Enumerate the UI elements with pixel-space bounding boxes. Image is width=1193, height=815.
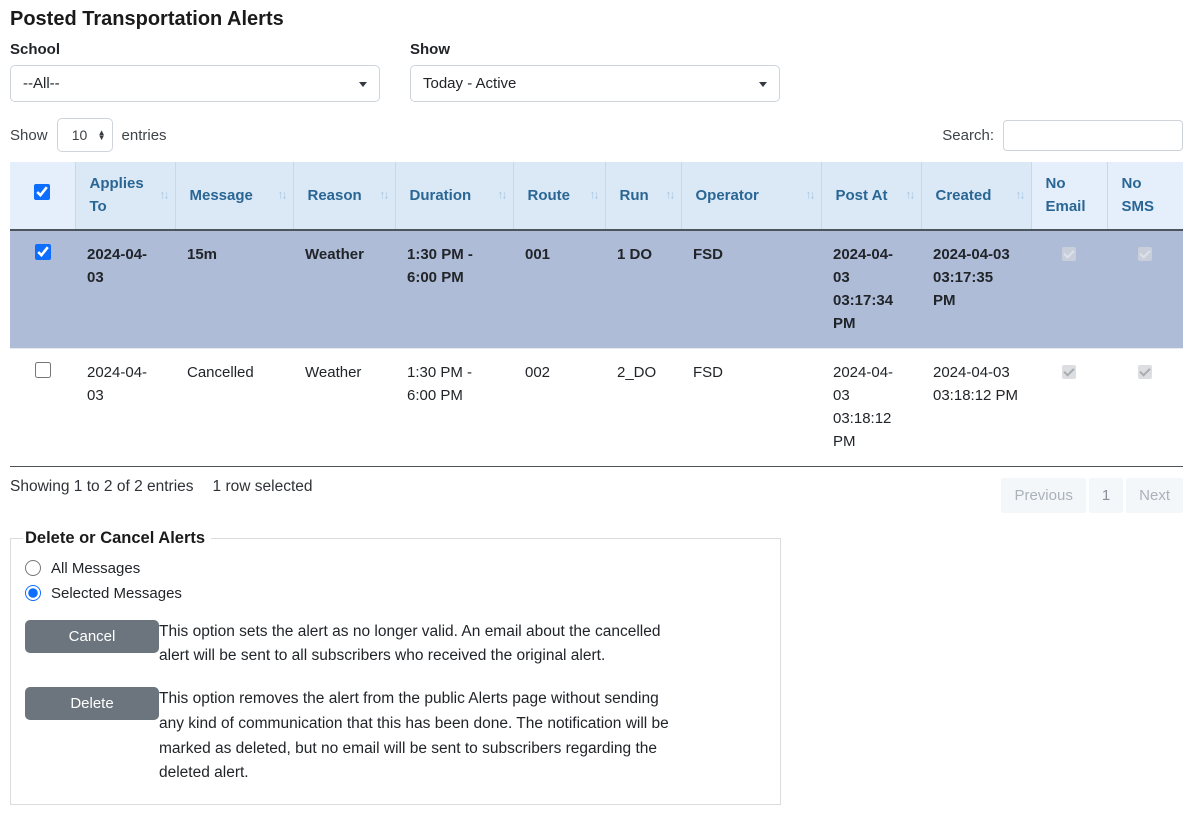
all-messages-label: All Messages <box>51 560 140 577</box>
no-email-checked-icon <box>1062 247 1076 261</box>
no-sms-checked-icon <box>1138 365 1152 379</box>
sort-icon[interactable]: ↑↓ <box>380 186 388 205</box>
delete-or-cancel-fieldset: Delete or Cancel Alerts All Messages Sel… <box>10 529 781 806</box>
search-input[interactable] <box>1003 120 1183 151</box>
column-header-route[interactable]: Route ↑↓ <box>513 162 605 230</box>
cell-reason: Weather <box>293 348 395 466</box>
row-select-checkbox[interactable] <box>35 362 51 378</box>
cancel-description: This option sets the alert as no longer … <box>159 620 669 670</box>
length-label-suffix: entries <box>122 127 167 144</box>
row-selected-info: 1 row selected <box>213 478 313 496</box>
pagination-previous[interactable]: Previous <box>1001 478 1085 513</box>
sort-icon[interactable]: ↑↓ <box>498 186 506 205</box>
no-sms-checked-icon <box>1138 247 1152 261</box>
sort-icon[interactable]: ↑↓ <box>906 186 914 205</box>
column-header-message[interactable]: Message ↑↓ <box>175 162 293 230</box>
selected-messages-radio[interactable] <box>25 585 41 601</box>
page-length-control: Show 10 ▲▼ entries <box>10 118 167 152</box>
table-controls: Show 10 ▲▼ entries Search: <box>10 118 1183 152</box>
show-filter-select[interactable]: Today - Active <box>410 65 780 102</box>
sort-icon[interactable]: ↑↓ <box>806 186 814 205</box>
showing-entries-info: Showing 1 to 2 of 2 entries <box>10 478 194 496</box>
column-header-created[interactable]: Created ↑↓ <box>921 162 1031 230</box>
cell-created: 2024-04-03 03:17:35 PM <box>921 230 1031 349</box>
show-label: Show <box>410 41 780 58</box>
column-header-applies-to[interactable]: Applies To ↑↓ <box>75 162 175 230</box>
sort-icon[interactable]: ↑↓ <box>666 186 674 205</box>
delete-action-row: Delete This option removes the alert fro… <box>25 687 766 786</box>
column-header-duration[interactable]: Duration ↑↓ <box>395 162 513 230</box>
cancel-button[interactable]: Cancel <box>25 620 159 653</box>
table-footer: Showing 1 to 2 of 2 entries 1 row select… <box>10 467 1183 519</box>
cell-applies-to: 2024-04-03 <box>75 348 175 466</box>
cell-operator: FSD <box>681 230 821 349</box>
pagination-next[interactable]: Next <box>1126 478 1183 513</box>
table-row[interactable]: 2024-04-03 15m Weather 1:30 PM - 6:00 PM… <box>10 230 1183 349</box>
cell-no-sms <box>1107 230 1183 349</box>
cell-post-at: 2024-04-03 03:18:12 PM <box>821 348 921 466</box>
row-select-checkbox[interactable] <box>35 244 51 260</box>
cell-post-at: 2024-04-03 03:17:34 PM <box>821 230 921 349</box>
row-select-cell <box>10 348 75 466</box>
cell-run: 2_DO <box>605 348 681 466</box>
school-label: School <box>10 41 380 58</box>
column-header-no-email: No Email <box>1031 162 1107 230</box>
fieldset-legend: Delete or Cancel Alerts <box>23 529 211 548</box>
cell-duration: 1:30 PM - 6:00 PM <box>395 348 513 466</box>
search-control: Search: <box>942 120 1183 151</box>
all-messages-radio[interactable] <box>25 560 41 576</box>
cell-applies-to: 2024-04-03 <box>75 230 175 349</box>
cell-message: 15m <box>175 230 293 349</box>
cell-run: 1 DO <box>605 230 681 349</box>
select-all-checkbox[interactable] <box>34 184 50 200</box>
radio-row-selected-messages: Selected Messages <box>25 585 766 602</box>
column-header-select <box>10 162 75 230</box>
table-row[interactable]: 2024-04-03 Cancelled Weather 1:30 PM - 6… <box>10 348 1183 466</box>
show-filter: Show Today - Active <box>410 41 780 102</box>
alerts-table: Applies To ↑↓ Message ↑↓ Reason ↑↓ Durat… <box>10 162 1183 467</box>
radio-row-all-messages: All Messages <box>25 560 766 577</box>
no-email-checked-icon <box>1062 365 1076 379</box>
row-select-cell <box>10 230 75 349</box>
school-select[interactable]: --All-- <box>10 65 380 102</box>
cell-duration: 1:30 PM - 6:00 PM <box>395 230 513 349</box>
pagination: Previous 1 Next <box>998 478 1183 513</box>
cell-reason: Weather <box>293 230 395 349</box>
column-header-run[interactable]: Run ↑↓ <box>605 162 681 230</box>
pagination-page-1[interactable]: 1 <box>1089 478 1123 513</box>
delete-button[interactable]: Delete <box>25 687 159 720</box>
cell-no-email <box>1031 348 1107 466</box>
cell-created: 2024-04-03 03:18:12 PM <box>921 348 1031 466</box>
cell-route: 001 <box>513 230 605 349</box>
column-header-reason[interactable]: Reason ↑↓ <box>293 162 395 230</box>
page-title: Posted Transportation Alerts <box>10 8 1183 31</box>
selected-messages-label: Selected Messages <box>51 585 182 602</box>
cancel-action-row: Cancel This option sets the alert as no … <box>25 620 766 670</box>
school-filter: School --All-- <box>10 41 380 102</box>
length-label-prefix: Show <box>10 127 48 144</box>
search-label: Search: <box>942 127 994 144</box>
sort-icon[interactable]: ↑↓ <box>160 186 168 205</box>
cell-no-sms <box>1107 348 1183 466</box>
column-header-post-at[interactable]: Post At ↑↓ <box>821 162 921 230</box>
page-length-select[interactable]: 10 <box>57 118 113 152</box>
column-header-no-sms: No SMS <box>1107 162 1183 230</box>
cell-no-email <box>1031 230 1107 349</box>
sort-icon[interactable]: ↑↓ <box>1016 186 1024 205</box>
column-header-operator[interactable]: Operator ↑↓ <box>681 162 821 230</box>
filter-bar: School --All-- Show Today - Active <box>10 41 1183 102</box>
table-header-row: Applies To ↑↓ Message ↑↓ Reason ↑↓ Durat… <box>10 162 1183 230</box>
cell-message: Cancelled <box>175 348 293 466</box>
cell-operator: FSD <box>681 348 821 466</box>
cell-route: 002 <box>513 348 605 466</box>
delete-description: This option removes the alert from the p… <box>159 687 669 786</box>
sort-icon[interactable]: ↑↓ <box>590 186 598 205</box>
sort-icon[interactable]: ↑↓ <box>278 186 286 205</box>
